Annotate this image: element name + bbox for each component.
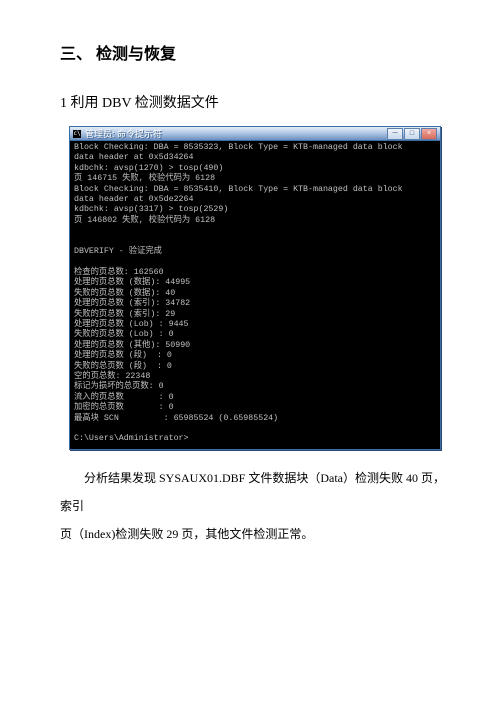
window-titlebar: c\ 管理员: 命令提示符 ─ □ × <box>70 127 440 141</box>
section-heading: 三、 检测与恢复 <box>60 40 450 64</box>
analysis-paragraph-1: 分析结果发现 SYSAUX01.DBF 文件数据块（Data）检测失败 40 页… <box>60 464 450 520</box>
cmd-icon: c\ <box>73 130 81 138</box>
title-prefix: 管理员: <box>85 129 115 139</box>
terminal-window: c\ 管理员: 命令提示符 ─ □ × Block Checking: DBA … <box>69 126 441 450</box>
subsection-heading: 1 利用 DBV 检测数据文件 <box>60 92 450 112</box>
close-button[interactable]: × <box>421 128 437 140</box>
analysis-paragraph-2: 页（Index)检测失败 29 页，其他文件检测正常。 <box>60 520 450 548</box>
maximize-button[interactable]: □ <box>404 128 420 140</box>
terminal-output: Block Checking: DBA = 8535323, Block Typ… <box>70 141 440 449</box>
title-text: 命令提示符 <box>117 129 162 139</box>
window-title: 管理员: 命令提示符 <box>85 127 162 140</box>
minimize-button[interactable]: ─ <box>387 128 403 140</box>
